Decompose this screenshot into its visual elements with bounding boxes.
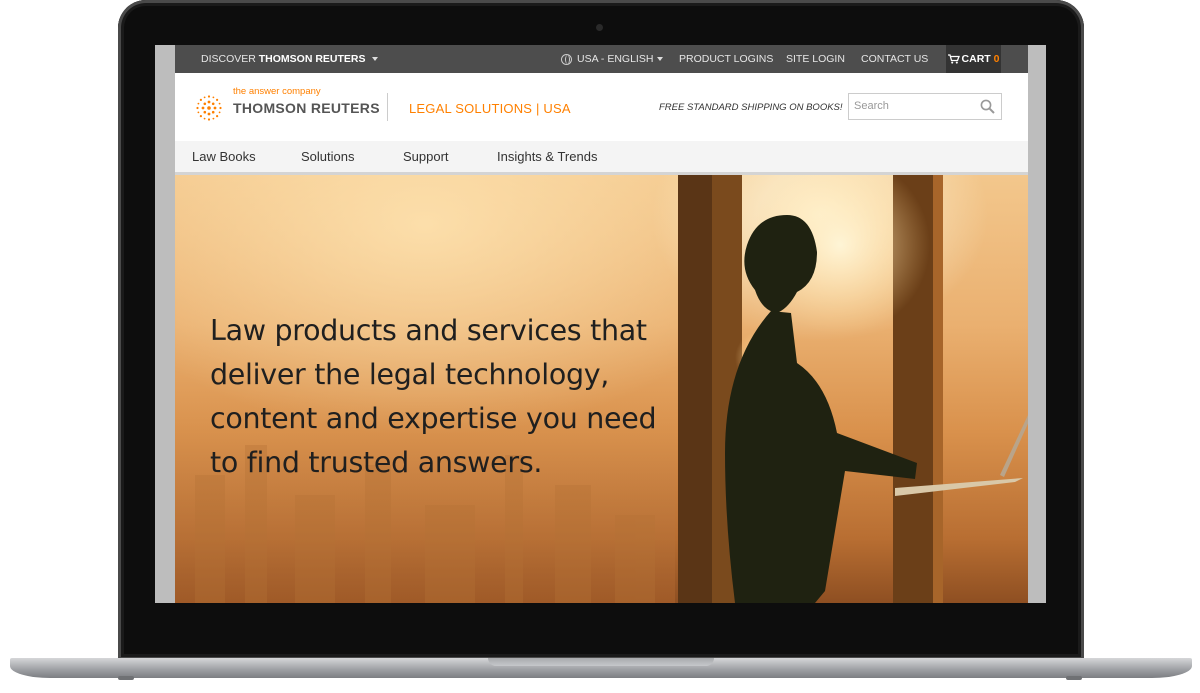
site-header: the answer company THOMSON REUTERS LEGAL… <box>175 73 1028 142</box>
region-selector[interactable]: USA - ENGLISH <box>561 45 664 73</box>
cart-icon <box>947 54 960 64</box>
globe-icon <box>561 53 572 65</box>
discover-brand: THOMSON REUTERS <box>258 53 366 65</box>
cart-count: 0 <box>993 53 1000 65</box>
brand-name[interactable]: THOMSON REUTERS <box>233 100 380 116</box>
cart-button[interactable]: CART 0 <box>946 45 1001 73</box>
laptop-foot <box>118 676 134 680</box>
main-nav: Law Books Solutions Support Insights & T… <box>175 141 1028 175</box>
webcam <box>596 24 603 31</box>
caret-down-icon <box>657 57 664 62</box>
nav-item-support[interactable]: Support <box>403 141 449 172</box>
hero-line: deliver the legal technology, <box>210 358 610 391</box>
site-login-link[interactable]: SITE LOGIN <box>786 45 845 73</box>
brand-tagline: the answer company <box>233 86 321 97</box>
product-logins-link[interactable]: PRODUCT LOGINS <box>679 45 773 73</box>
thomson-reuters-logo-icon[interactable] <box>195 94 223 122</box>
laptop-foot <box>1066 676 1082 680</box>
hero-line: Law products and services that <box>210 314 647 347</box>
discover-prefix: DISCOVER <box>201 53 256 65</box>
hero-line: content and expertise you need <box>210 402 657 435</box>
section-title[interactable]: LEGAL SOLUTIONS | USA <box>409 101 571 116</box>
contact-us-link[interactable]: CONTACT US <box>861 45 928 73</box>
nav-item-law-books[interactable]: Law Books <box>192 141 256 172</box>
nav-item-insights-trends[interactable]: Insights & Trends <box>497 141 597 172</box>
hero-headline: Law products and services that deliver t… <box>210 309 680 485</box>
nav-item-solutions[interactable]: Solutions <box>301 141 354 172</box>
search-box <box>848 93 1002 120</box>
hero-banner: Law products and services that deliver t… <box>175 175 1028 603</box>
region-label: USA - ENGLISH <box>577 53 654 65</box>
website: DISCOVER THOMSON REUTERS USA - ENGLISH P… <box>175 45 1028 603</box>
search-icon[interactable] <box>980 99 995 114</box>
search-input[interactable] <box>849 94 974 118</box>
utility-bar: DISCOVER THOMSON REUTERS USA - ENGLISH P… <box>175 45 1028 73</box>
discover-menu[interactable]: DISCOVER THOMSON REUTERS <box>201 45 379 73</box>
cart-label: CART <box>961 53 991 65</box>
laptop-hinge-notch <box>488 658 714 666</box>
header-divider <box>387 93 388 121</box>
shipping-note: FREE STANDARD SHIPPING ON BOOKS! <box>659 102 843 113</box>
caret-down-icon <box>372 57 379 62</box>
laptop-screen: DISCOVER THOMSON REUTERS USA - ENGLISH P… <box>155 45 1046 603</box>
hero-line: to find trusted answers. <box>210 446 543 479</box>
